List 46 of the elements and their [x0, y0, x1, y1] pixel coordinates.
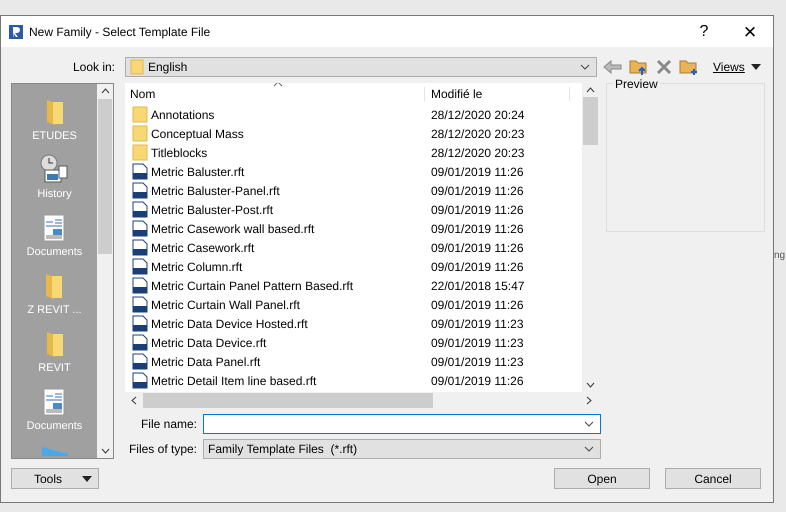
views-menu[interactable]: Views	[713, 60, 745, 74]
file-row[interactable]: Annotations	[125, 106, 425, 123]
background-text: ng	[774, 250, 786, 261]
date-cell-text: 28/12/2020 20:23	[430, 146, 526, 160]
date-cell-text: 09/01/2019 11:26	[430, 222, 525, 236]
file-row[interactable]: Metric Baluster.rft	[125, 163, 425, 180]
file-row[interactable]: Metric Data Device.rft	[125, 334, 425, 351]
file-row[interactable]: Metric Data Device Hosted.rft	[125, 315, 425, 332]
file-type-dropdown[interactable]: Family Template Files (*.rft)	[203, 439, 601, 459]
column-header[interactable]: Nom	[125, 87, 425, 101]
date-cell-text: 09/01/2019 11:26	[430, 164, 525, 178]
file-row[interactable]: Metric Casework.rft	[125, 239, 425, 256]
tools-button[interactable]: Tools	[11, 468, 99, 489]
date-cell-text: 09/01/2019 11:26	[430, 202, 525, 216]
date-cell-text: 09/01/2019 11:23	[430, 354, 525, 368]
date-cell-text: 28/12/2020 20:23	[430, 126, 526, 140]
window-title: New Family - Select Template File	[29, 24, 212, 38]
look-in-dropdown[interactable]: English	[125, 57, 597, 77]
date-cell-text: 09/01/2019 11:26	[430, 240, 525, 254]
date-cell-text: 09/01/2019 11:23	[430, 316, 525, 330]
close-button[interactable]: ×	[727, 18, 773, 44]
file-row[interactable]: Metric Baluster-Panel.rft	[125, 182, 425, 199]
date-cell-text: 09/01/2019 11:26	[430, 260, 525, 274]
open-button[interactable]: Open	[554, 468, 650, 489]
look-in-label: Look in:	[72, 60, 116, 74]
file-name-label: File name:	[140, 417, 198, 431]
file-row[interactable]: Metric Curtain Wall Panel.rft	[125, 296, 425, 313]
help-button[interactable]: ?	[681, 22, 727, 40]
date-cell-text: 28/12/2020 20:24	[430, 108, 526, 122]
date-cell-text: 09/01/2019 11:26	[430, 184, 525, 198]
column-header[interactable]: Modifié le	[425, 87, 570, 101]
file-row[interactable]: Metric Column.rft	[125, 258, 425, 275]
file-row[interactable]: Metric Curtain Panel Pattern Based.rft	[125, 277, 425, 294]
cancel-button[interactable]: Cancel	[665, 468, 761, 489]
file-type-label: Files of type:	[128, 442, 198, 456]
file-row[interactable]: Metric Casework wall based.rft	[125, 220, 425, 237]
date-cell-text: 22/01/2018 15:47	[430, 278, 526, 292]
file-row[interactable]: Conceptual Mass	[125, 125, 425, 142]
date-cell-text: 09/01/2019 11:26	[430, 298, 525, 312]
date-cell-text: 09/01/2019 11:23	[430, 336, 525, 350]
file-row[interactable]: Titleblocks	[125, 144, 425, 161]
file-row[interactable]: Metric Data Panel.rft	[125, 353, 425, 370]
file-row[interactable]: Metric Baluster-Post.rft	[125, 201, 425, 218]
preview-label: Preview	[613, 77, 660, 91]
file-row[interactable]: Metric Detail Item line based.rft	[125, 372, 425, 389]
date-cell-text: 09/01/2019 11:26	[430, 374, 525, 388]
